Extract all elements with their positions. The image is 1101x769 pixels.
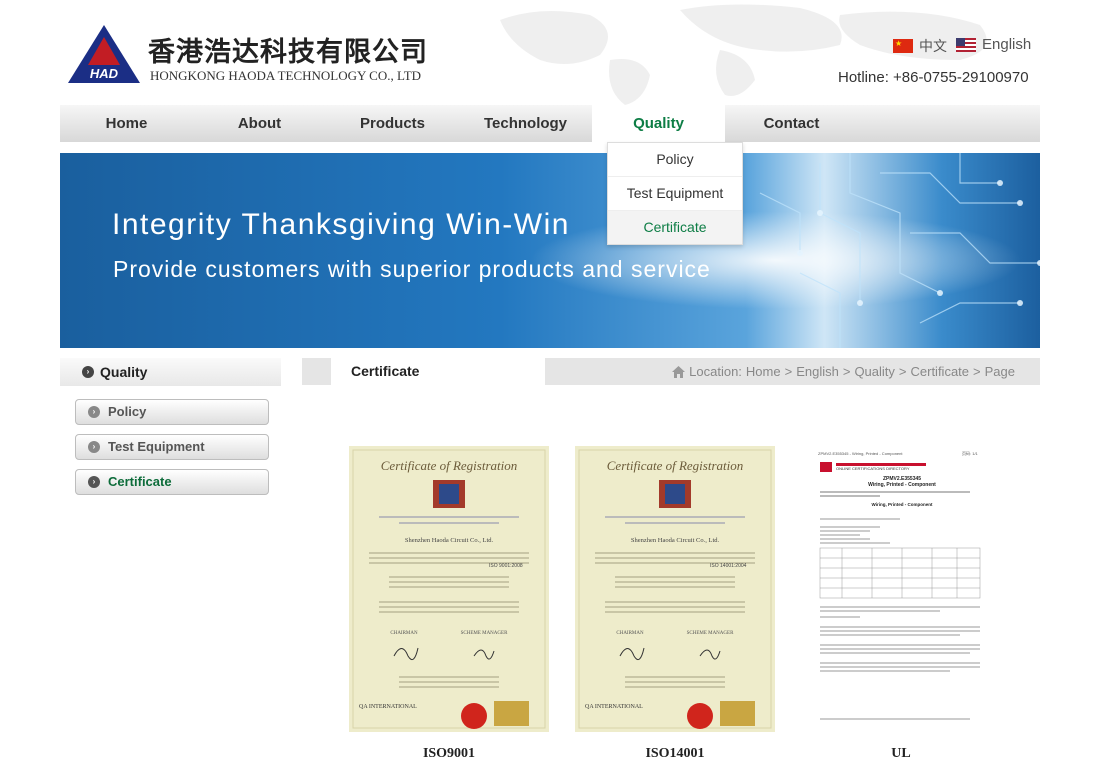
sidebar-item-label: Policy: [108, 404, 147, 419]
certificate-image-ul[interactable]: ZPMV2.E355345 - Wiring, Printed - Compon…: [812, 446, 987, 732]
cert-role-manager: SCHEME MANAGER: [687, 631, 734, 636]
nav-about[interactable]: About: [193, 105, 326, 142]
ul-directory: ONLINE CERTIFICATIONS DIRECTORY: [836, 466, 910, 471]
certificate-label-iso9001: ISO9001: [422, 746, 476, 761]
breadcrumb-separator: >: [842, 364, 851, 379]
location-label: Location:: [689, 364, 742, 379]
chevron-right-icon: ›: [88, 475, 100, 488]
company-logo: HAD: [68, 25, 140, 83]
home-icon: [672, 365, 686, 378]
sidebar-item-certificate[interactable]: › Certificate: [75, 469, 269, 495]
cert-heading: Certificate of Registration: [381, 458, 518, 473]
sidebar-title-label: Quality: [100, 364, 148, 380]
cert-company: Shenzhen Haoda Circuit Co., Ltd.: [405, 537, 494, 544]
sidebar-item-label: Certificate: [108, 474, 172, 489]
ul-page-header: ZPMV2.E355345 - Wiring, Printed - Compon…: [818, 451, 903, 456]
cert-standard: ISO 9001:2008: [489, 563, 523, 569]
breadcrumb-home[interactable]: Home: [746, 364, 781, 379]
dropdown-item-policy[interactable]: Policy: [608, 143, 742, 176]
sidebar-title: › Quality: [60, 358, 281, 386]
breadcrumb: Location: Home > English > Quality > Cer…: [672, 364, 1015, 379]
banner-subtitle: Provide customers with superior products…: [113, 256, 711, 282]
certificate-label-iso14001: ISO14001: [645, 746, 705, 761]
nav-home[interactable]: Home: [60, 105, 193, 142]
breadcrumb-page[interactable]: Page: [985, 364, 1015, 379]
cert-role-chairman: CHAIRMAN: [616, 631, 644, 636]
nav-quality[interactable]: Quality: [592, 105, 725, 143]
us-flag-icon: [956, 37, 976, 52]
dropdown-item-certificate[interactable]: Certificate: [608, 210, 742, 244]
ul-section: Wiring, Printed - Component: [872, 502, 933, 507]
chevron-right-icon: ›: [82, 366, 94, 379]
sidebar-item-label: Test Equipment: [108, 439, 205, 454]
brand-name-en: HONGKONG HAODA TECHNOLOGY CO., LTD: [150, 68, 422, 83]
sidebar-item-test-equipment[interactable]: › Test Equipment: [75, 434, 269, 460]
hero-banner: Integrity Thanksgiving Win-Win Provide c…: [60, 153, 1040, 348]
chevron-right-icon: ›: [88, 440, 100, 453]
quality-dropdown-menu: Policy Test Equipment Certificate: [607, 142, 743, 245]
ul-page-number: 页码: 1/1: [962, 450, 979, 456]
page-title: Certificate: [331, 358, 545, 385]
cert-role-chairman: CHAIRMAN: [390, 631, 418, 636]
cert-org: QA INTERNATIONAL: [359, 704, 417, 710]
hotline: Hotline: +86-0755-29100970: [838, 69, 1029, 86]
cert-standard: ISO 14001:2004: [710, 563, 747, 569]
lang-cn-link[interactable]: 中文: [893, 36, 947, 56]
logo-letters: HAD: [90, 66, 119, 81]
breadcrumb-separator: >: [898, 364, 907, 379]
breadcrumb-separator: >: [784, 364, 793, 379]
banner-slogan: Integrity Thanksgiving Win-Win: [112, 208, 570, 241]
breadcrumb-english[interactable]: English: [796, 364, 839, 379]
chevron-right-icon: ›: [88, 405, 100, 418]
cert-heading: Certificate of Registration: [607, 458, 744, 473]
nav-technology[interactable]: Technology: [459, 105, 592, 142]
cert-role-manager: SCHEME MANAGER: [461, 631, 508, 636]
main-nav: Home About Products Technology Quality C…: [60, 105, 1040, 143]
breadcrumb-certificate[interactable]: Certificate: [911, 364, 970, 379]
certificate-image-iso9001[interactable]: Certificate of Registration Shenzhen Hao…: [349, 446, 549, 732]
certificate-label-ul: UL: [891, 746, 911, 761]
lang-en-label: English: [982, 36, 1032, 53]
brand-name-cn: 香港浩达科技有限公司: [148, 37, 428, 68]
lang-en-link[interactable]: English: [956, 36, 1031, 53]
china-flag-icon: [893, 39, 913, 53]
cert-company: Shenzhen Haoda Circuit Co., Ltd.: [631, 537, 720, 544]
circuit-pattern: [60, 153, 1040, 348]
dropdown-item-test-equipment[interactable]: Test Equipment: [608, 176, 742, 210]
nav-products[interactable]: Products: [326, 105, 459, 142]
breadcrumb-separator: >: [973, 364, 981, 379]
certificate-image-iso14001[interactable]: Certificate of Registration Shenzhen Hao…: [575, 446, 775, 732]
lang-cn-label: 中文: [919, 38, 947, 54]
nav-contact[interactable]: Contact: [725, 105, 858, 142]
cert-org: QA INTERNATIONAL: [585, 704, 643, 710]
breadcrumb-quality[interactable]: Quality: [854, 364, 894, 379]
sidebar-item-policy[interactable]: › Policy: [75, 399, 269, 425]
ul-subtitle: Wiring, Printed - Component: [868, 482, 936, 488]
